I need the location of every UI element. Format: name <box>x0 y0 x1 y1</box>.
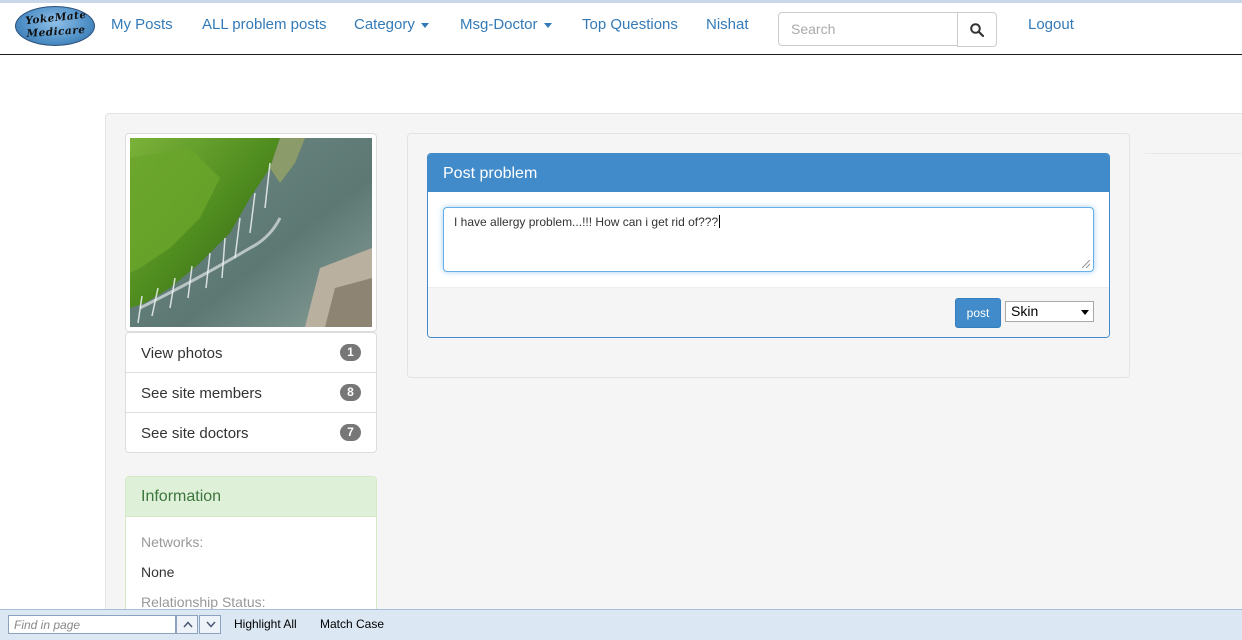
networks-value: None <box>141 564 175 580</box>
match-case-toggle[interactable]: Match Case <box>320 617 384 631</box>
information-panel-title: Information <box>126 477 376 517</box>
nav-category-label: Category <box>354 16 415 33</box>
nav-category-dropdown[interactable]: Category <box>354 16 429 33</box>
chevron-down-icon <box>206 621 216 628</box>
profile-photo-frame <box>125 133 377 332</box>
relationship-status-label: Relationship Status: <box>141 594 266 610</box>
category-select[interactable]: Skin <box>1005 301 1094 322</box>
nav-top-questions[interactable]: Top Questions <box>582 16 678 33</box>
highlight-all-toggle[interactable]: Highlight All <box>234 617 297 631</box>
caret-down-icon <box>420 22 429 28</box>
count-badge: 8 <box>340 384 361 401</box>
search-icon <box>970 23 984 37</box>
nav-logout[interactable]: Logout <box>1028 16 1074 33</box>
sidebar-item-label: View photos <box>141 345 223 362</box>
sidebar-item-label: See site members <box>141 385 262 402</box>
resize-handle-icon[interactable] <box>1082 260 1090 268</box>
count-badge: 1 <box>340 344 361 361</box>
navbar: YokeMate Medicare My Posts ALL problem p… <box>0 0 1242 55</box>
nav-msg-doctor-dropdown[interactable]: Msg-Doctor <box>460 16 552 33</box>
chevron-up-icon <box>183 621 193 628</box>
find-next-button[interactable] <box>199 615 221 634</box>
problem-text: I have allergy problem...!!! How can i g… <box>454 215 719 229</box>
post-button[interactable]: post <box>955 298 1001 328</box>
text-cursor <box>719 215 721 228</box>
brand-logo[interactable]: YokeMate Medicare <box>15 6 95 46</box>
sidebar-item-site-doctors[interactable]: See site doctors 7 <box>125 412 377 453</box>
find-bar: Highlight All Match Case <box>0 609 1242 640</box>
sidebar-item-site-members[interactable]: See site members 8 <box>125 372 377 413</box>
post-problem-title: Post problem <box>428 154 1109 192</box>
dropdown-arrow-icon <box>1081 310 1089 315</box>
search-button[interactable] <box>957 12 997 47</box>
nav-user-profile[interactable]: Nishat <box>706 16 749 33</box>
networks-label: Networks: <box>141 534 204 550</box>
caret-down-icon <box>543 22 552 28</box>
post-panel-footer: post Skin <box>428 287 1109 337</box>
nav-all-problem-posts[interactable]: ALL problem posts <box>202 16 327 33</box>
nav-my-posts[interactable]: My Posts <box>111 16 173 33</box>
find-in-page-input[interactable] <box>8 615 176 634</box>
nav-msg-doctor-label: Msg-Doctor <box>460 16 538 33</box>
count-badge: 7 <box>340 424 361 441</box>
search-input[interactable] <box>778 12 958 46</box>
problem-textarea[interactable]: I have allergy problem...!!! How can i g… <box>443 207 1094 272</box>
waterfall-photo-icon <box>130 138 372 327</box>
sidebar-item-view-photos[interactable]: View photos 1 <box>125 332 377 373</box>
profile-photo[interactable] <box>130 138 372 327</box>
divider <box>1145 153 1242 154</box>
sidebar-item-label: See site doctors <box>141 425 249 442</box>
category-select-value: Skin <box>1011 303 1039 319</box>
sidebar-links: View photos 1 See site members 8 See sit… <box>125 332 377 453</box>
post-problem-panel: Post problem I have allergy problem...!!… <box>427 153 1110 338</box>
find-previous-button[interactable] <box>176 615 198 634</box>
